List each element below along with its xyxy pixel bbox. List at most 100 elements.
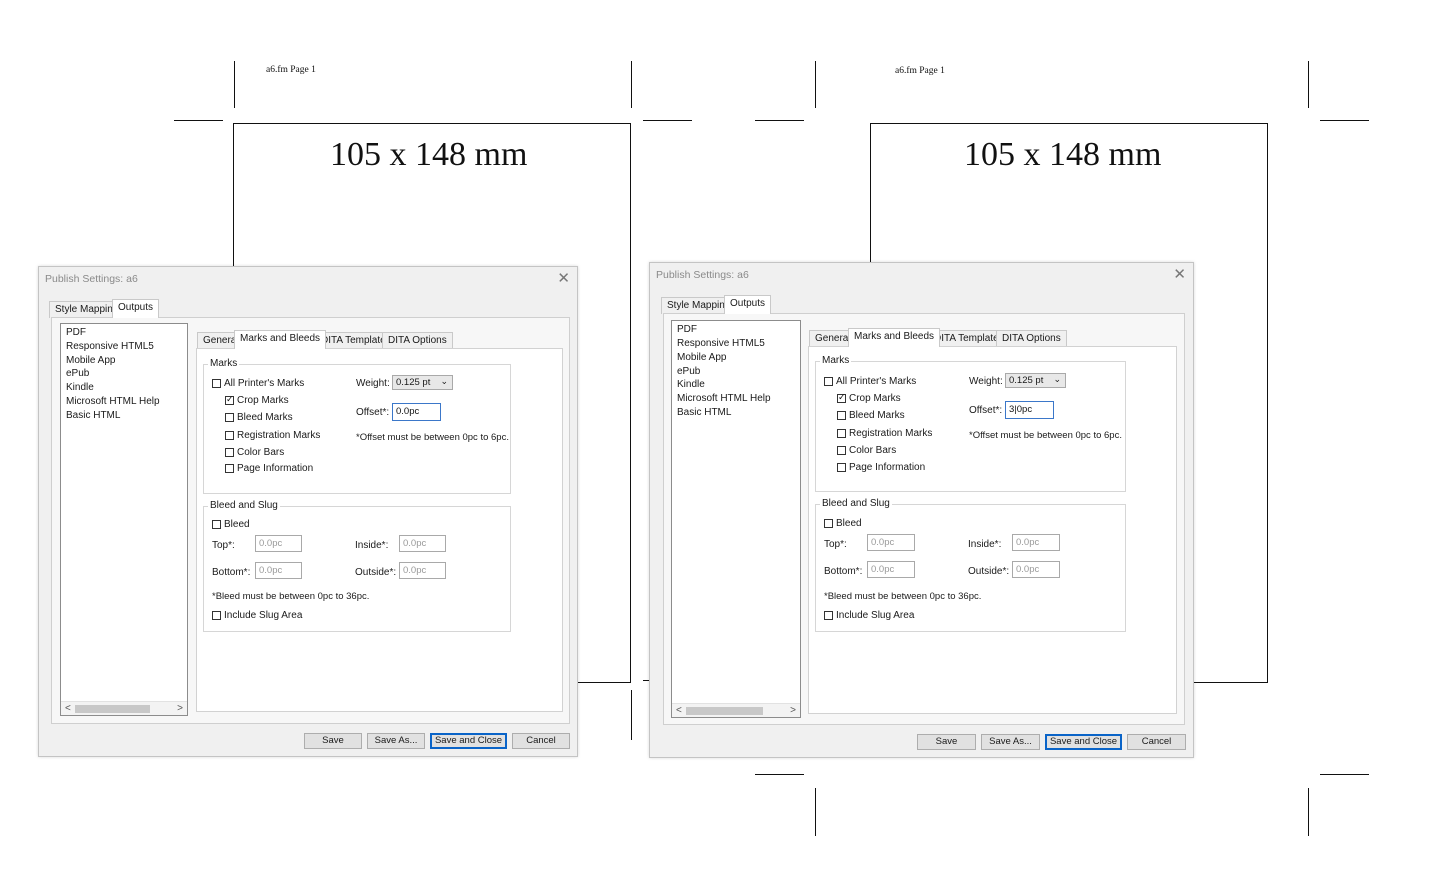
- checkbox-label: Color Bars: [849, 445, 897, 456]
- horizontal-scrollbar[interactable]: < >: [61, 701, 187, 715]
- page-heading-right: 105 x 148 mm: [964, 136, 1162, 173]
- tab-marks-and-bleeds[interactable]: Marks and Bleeds: [848, 328, 941, 347]
- close-icon[interactable]: ✕: [1173, 265, 1186, 283]
- save-and-close-button[interactable]: Save and Close: [430, 733, 507, 749]
- bottom-input[interactable]: 0.0pc: [255, 562, 302, 579]
- list-item[interactable]: Kindle: [677, 379, 705, 390]
- list-item[interactable]: ePub: [66, 368, 89, 379]
- bleed-checkbox[interactable]: Bleed: [212, 519, 250, 530]
- page-information-checkbox[interactable]: Page Information: [837, 462, 925, 473]
- dialog-title: Publish Settings: a6: [45, 273, 138, 285]
- bleed-marks-checkbox[interactable]: Bleed Marks: [837, 410, 905, 421]
- horizontal-scrollbar[interactable]: < >: [672, 703, 800, 717]
- cancel-button[interactable]: Cancel: [512, 733, 570, 749]
- crop-mark: [1308, 61, 1309, 108]
- crop-mark: [755, 120, 804, 121]
- crop-mark: [815, 788, 816, 836]
- checkbox-checked-icon: [837, 392, 846, 403]
- top-label: Top*:: [824, 539, 847, 550]
- checkbox-icon: [212, 520, 221, 529]
- checkbox-label: All Printer's Marks: [224, 378, 305, 389]
- scroll-left-icon[interactable]: <: [676, 704, 682, 717]
- weight-dropdown[interactable]: 0.125 pt ⌄: [1005, 373, 1066, 388]
- list-item[interactable]: Mobile App: [66, 355, 115, 366]
- marks-group: Marks All Printer's Marks Crop Marks Ble…: [203, 358, 511, 494]
- bleed-group-label: Bleed and Slug: [208, 500, 280, 511]
- all-printers-marks-checkbox[interactable]: All Printer's Marks: [824, 376, 916, 387]
- checkbox-icon: [225, 464, 234, 473]
- save-as-button[interactable]: Save As...: [981, 734, 1040, 750]
- list-item[interactable]: Microsoft HTML Help: [66, 396, 160, 407]
- list-item[interactable]: Microsoft HTML Help: [677, 393, 771, 404]
- list-item[interactable]: ePub: [677, 366, 700, 377]
- list-item[interactable]: Responsive HTML5: [677, 338, 765, 349]
- include-slug-area-checkbox[interactable]: Include Slug Area: [824, 610, 914, 621]
- tab-marks-and-bleeds[interactable]: Marks and Bleeds: [234, 330, 327, 349]
- inside-input[interactable]: 0.0pc: [1012, 534, 1060, 551]
- crop-marks-checkbox[interactable]: Crop Marks: [837, 392, 901, 404]
- checkbox-icon: [212, 611, 221, 620]
- include-slug-area-checkbox[interactable]: Include Slug Area: [212, 610, 302, 621]
- tab-dita-options[interactable]: DITA Options: [382, 332, 453, 349]
- close-icon[interactable]: ✕: [557, 269, 570, 287]
- checkbox-label: All Printer's Marks: [836, 376, 917, 387]
- page-information-checkbox[interactable]: Page Information: [225, 463, 313, 474]
- weight-dropdown[interactable]: 0.125 pt ⌄: [392, 375, 453, 390]
- scroll-thumb[interactable]: [75, 705, 150, 713]
- outputs-list[interactable]: PDF Responsive HTML5 Mobile App ePub Kin…: [671, 320, 801, 718]
- checkbox-label: Bleed Marks: [849, 410, 905, 421]
- inside-input[interactable]: 0.0pc: [399, 535, 446, 552]
- outside-input[interactable]: 0.0pc: [399, 562, 446, 579]
- color-bars-checkbox[interactable]: Color Bars: [837, 445, 896, 456]
- registration-marks-checkbox[interactable]: Registration Marks: [225, 430, 320, 441]
- checkbox-label: Page Information: [849, 462, 926, 473]
- offset-input[interactable]: 3|0pc: [1005, 401, 1054, 419]
- publish-settings-dialog-right: Publish Settings: a6 ✕ Style Mapping Out…: [649, 262, 1194, 758]
- list-item[interactable]: Basic HTML: [66, 410, 120, 421]
- bottom-input[interactable]: 0.0pc: [867, 561, 915, 578]
- outputs-list[interactable]: PDF Responsive HTML5 Mobile App ePub Kin…: [60, 323, 188, 716]
- crop-mark: [1320, 120, 1369, 121]
- list-item[interactable]: PDF: [677, 324, 697, 335]
- list-item[interactable]: Responsive HTML5: [66, 341, 154, 352]
- tab-dita-template[interactable]: DITA Template: [315, 332, 392, 349]
- registration-marks-checkbox[interactable]: Registration Marks: [837, 428, 932, 439]
- bleed-checkbox[interactable]: Bleed: [824, 518, 862, 529]
- bleed-marks-checkbox[interactable]: Bleed Marks: [225, 412, 293, 423]
- save-and-close-button[interactable]: Save and Close: [1045, 734, 1122, 750]
- list-item[interactable]: Mobile App: [677, 352, 726, 363]
- crop-marks-checkbox[interactable]: Crop Marks: [225, 394, 289, 406]
- tab-dita-options[interactable]: DITA Options: [996, 330, 1067, 347]
- dialog-title: Publish Settings: a6: [656, 269, 749, 281]
- save-button[interactable]: Save: [917, 734, 976, 750]
- top-label: Top*:: [212, 540, 235, 551]
- crop-mark: [1308, 788, 1309, 836]
- scroll-right-icon[interactable]: >: [177, 702, 183, 715]
- list-item[interactable]: Kindle: [66, 382, 94, 393]
- offset-note: *Offset must be between 0pc to 6pc.: [356, 432, 509, 443]
- top-input[interactable]: 0.0pc: [867, 534, 915, 551]
- weight-value: 0.125 pt: [396, 377, 431, 388]
- marks-group-label: Marks: [820, 355, 852, 366]
- list-item[interactable]: Basic HTML: [677, 407, 731, 418]
- tab-outputs[interactable]: Outputs: [112, 299, 160, 318]
- all-printers-marks-checkbox[interactable]: All Printer's Marks: [212, 378, 304, 389]
- weight-label: Weight:: [969, 376, 1003, 387]
- scroll-thumb[interactable]: [686, 707, 763, 715]
- save-button[interactable]: Save: [304, 733, 362, 749]
- scroll-right-icon[interactable]: >: [790, 704, 796, 717]
- tab-outputs[interactable]: Outputs: [724, 295, 772, 314]
- crop-mark: [631, 61, 632, 108]
- offset-input[interactable]: 0.0pc: [392, 403, 441, 421]
- color-bars-checkbox[interactable]: Color Bars: [225, 447, 284, 458]
- top-input[interactable]: 0.0pc: [255, 535, 302, 552]
- cancel-button[interactable]: Cancel: [1127, 734, 1186, 750]
- scroll-left-icon[interactable]: <: [65, 702, 71, 715]
- checkbox-label: Color Bars: [237, 447, 285, 458]
- list-item[interactable]: PDF: [66, 327, 86, 338]
- checkbox-label: Include Slug Area: [224, 610, 303, 621]
- checkbox-icon: [225, 448, 234, 457]
- outputs-pane: PDF Responsive HTML5 Mobile App ePub Kin…: [51, 317, 570, 724]
- outside-input[interactable]: 0.0pc: [1012, 561, 1060, 578]
- save-as-button[interactable]: Save As...: [367, 733, 425, 749]
